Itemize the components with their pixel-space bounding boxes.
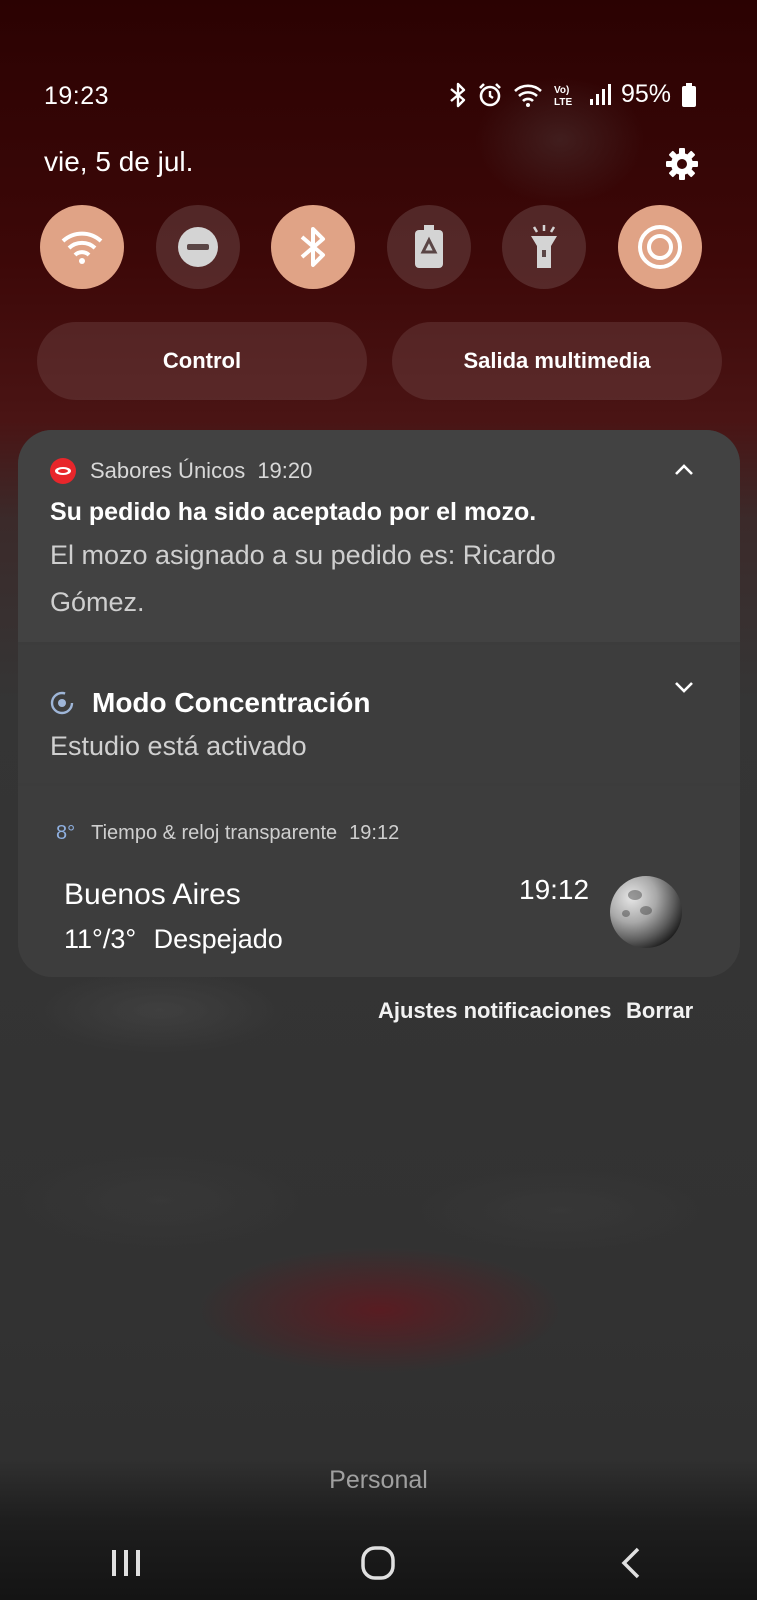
wifi-icon bbox=[61, 231, 103, 264]
home-icon bbox=[361, 1545, 396, 1580]
minus-circle-icon bbox=[177, 227, 218, 267]
notification-time: 19:20 bbox=[257, 458, 313, 483]
bluetooth-icon bbox=[450, 82, 466, 107]
qs-target-toggle[interactable] bbox=[617, 205, 702, 289]
bluetooth-icon bbox=[300, 227, 326, 267]
date-label: vie, 5 de jul. bbox=[44, 146, 194, 177]
qs-bluetooth-toggle[interactable] bbox=[271, 205, 356, 289]
notification-panel: Sabores Únicos 19:20 Su pedido ha sido a… bbox=[18, 430, 740, 977]
recents-icon bbox=[112, 1549, 141, 1576]
qs-power-saving-toggle[interactable] bbox=[386, 205, 471, 289]
notification-focus-mode[interactable]: Modo Concentración Estudio está activado bbox=[18, 645, 740, 783]
qs-dnd-toggle[interactable] bbox=[155, 205, 240, 289]
navigation-bar bbox=[0, 1525, 757, 1600]
battery-recycle-icon bbox=[414, 225, 443, 268]
notification-body: El mozo asignado a su pedido es: Ricardo… bbox=[50, 540, 556, 617]
gear-icon bbox=[666, 148, 698, 180]
target-icon bbox=[637, 225, 682, 269]
back-icon bbox=[621, 1547, 640, 1578]
clear-all-button[interactable]: Borrar bbox=[626, 998, 693, 1024]
signal-icon bbox=[589, 83, 611, 105]
alarm-icon bbox=[479, 82, 501, 106]
weather-city: Buenos Aires bbox=[64, 878, 241, 911]
chevron-up-icon[interactable] bbox=[672, 458, 696, 482]
focus-mode-icon bbox=[50, 691, 74, 715]
qs-wifi-toggle[interactable] bbox=[40, 205, 124, 289]
home-button[interactable] bbox=[348, 1533, 408, 1593]
back-button[interactable] bbox=[601, 1533, 661, 1593]
settings-button[interactable] bbox=[664, 146, 700, 182]
notification-title: Su pedido ha sido aceptado por el mozo. bbox=[50, 498, 537, 526]
weather-header: 8° Tiempo & reloj transparente 19:12 bbox=[56, 822, 399, 845]
status-icons: Vo) LTE 95% bbox=[449, 80, 697, 109]
weather-time: 19:12 bbox=[349, 822, 400, 844]
notification-weather[interactable]: 8° Tiempo & reloj transparente 19:12 Bue… bbox=[18, 786, 740, 977]
flashlight-icon bbox=[531, 225, 558, 268]
weather-condition: Despejado bbox=[153, 924, 283, 954]
notification-order[interactable]: Sabores Únicos 19:20 Su pedido ha sido a… bbox=[18, 430, 740, 642]
svg-text:Vo): Vo) bbox=[554, 85, 569, 96]
focus-mode-subtitle: Estudio está activado bbox=[50, 731, 307, 761]
status-time: 19:23 bbox=[44, 82, 110, 110]
moon-icon bbox=[610, 876, 682, 948]
app-logo-icon bbox=[50, 458, 76, 484]
battery-percent: 95% bbox=[620, 80, 671, 108]
volte-icon: Vo)LTE bbox=[554, 85, 572, 108]
media-output-button[interactable]: Salida multimedia bbox=[392, 322, 722, 400]
app-name: Sabores Únicos bbox=[90, 458, 246, 483]
qs-flashlight-toggle[interactable] bbox=[502, 205, 587, 289]
focus-mode-title: Modo Concentración bbox=[92, 687, 371, 718]
notification-header: Sabores Únicos 19:20 bbox=[50, 458, 312, 484]
weather-range: 11°/3° bbox=[64, 924, 137, 954]
weather-app-temp: 8° bbox=[56, 822, 76, 844]
profile-label: Personal bbox=[329, 1466, 428, 1494]
weather-app-name: Tiempo & reloj transparente bbox=[91, 822, 338, 844]
weather-summary: 11°/3° Despejado bbox=[64, 924, 283, 955]
wifi-icon bbox=[514, 84, 542, 107]
device-control-button[interactable]: Control bbox=[37, 322, 367, 400]
quick-settings-row bbox=[40, 205, 702, 289]
chevron-down-icon[interactable] bbox=[672, 675, 696, 699]
battery-icon bbox=[682, 82, 696, 107]
weather-clock: 19:12 bbox=[519, 874, 590, 905]
notification-settings-button[interactable]: Ajustes notificaciones bbox=[378, 998, 612, 1024]
recent-apps-button[interactable] bbox=[96, 1533, 156, 1593]
svg-text:LTE: LTE bbox=[554, 97, 572, 108]
